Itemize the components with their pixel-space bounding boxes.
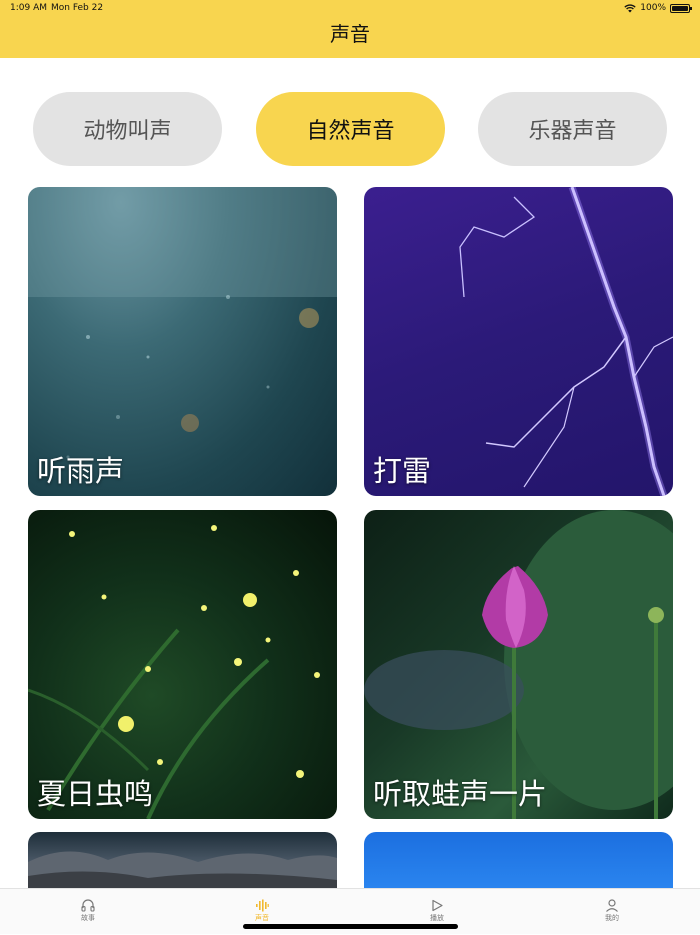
sound-card-rocks[interactable] (28, 832, 337, 892)
status-indicators: 100% (624, 2, 692, 14)
tabbar-label: 播放 (430, 914, 444, 922)
header-bar: 1:09 AM Mon Feb 22 100% 声音 (0, 0, 700, 58)
status-time: 1:09 AM (10, 3, 47, 13)
wifi-icon (624, 3, 636, 12)
soundwave-icon (256, 899, 269, 912)
tabbar-label: 声音 (255, 914, 269, 922)
card-label: 听雨声 (37, 454, 125, 488)
battery-icon (670, 3, 692, 13)
status-date: Mon Feb 22 (51, 3, 104, 13)
tabbar-label: 我的 (605, 914, 619, 922)
card-label: 打雷 (373, 454, 432, 488)
home-indicator (243, 924, 458, 929)
sound-card-frogs[interactable]: 听取蛙声一片 (364, 510, 673, 819)
sound-card-insects[interactable]: 夏日虫鸣 (28, 510, 337, 819)
tab-instrument-sounds[interactable]: 乐器声音 (478, 92, 667, 166)
sound-card-thunder[interactable]: 打雷 (364, 187, 673, 496)
battery-percent: 100% (640, 3, 666, 13)
headphones-icon (81, 899, 95, 912)
sound-card-sky[interactable] (364, 832, 673, 892)
tab-nature-sounds[interactable]: 自然声音 (256, 92, 445, 166)
person-icon (606, 899, 618, 912)
tabbar-item-stories[interactable]: 故事 (28, 889, 148, 935)
tabbar-item-mine[interactable]: 我的 (552, 889, 672, 935)
tabbar-label: 故事 (81, 914, 95, 922)
tab-animal-sounds[interactable]: 动物叫声 (33, 92, 222, 166)
card-label: 夏日虫鸣 (37, 777, 154, 811)
card-label: 听取蛙声一片 (373, 777, 548, 811)
rocks-decor (28, 851, 337, 892)
sky-image (364, 832, 673, 892)
sound-card-rain[interactable]: 听雨声 (28, 187, 337, 496)
play-icon (432, 899, 443, 912)
page-title: 声音 (330, 22, 370, 46)
